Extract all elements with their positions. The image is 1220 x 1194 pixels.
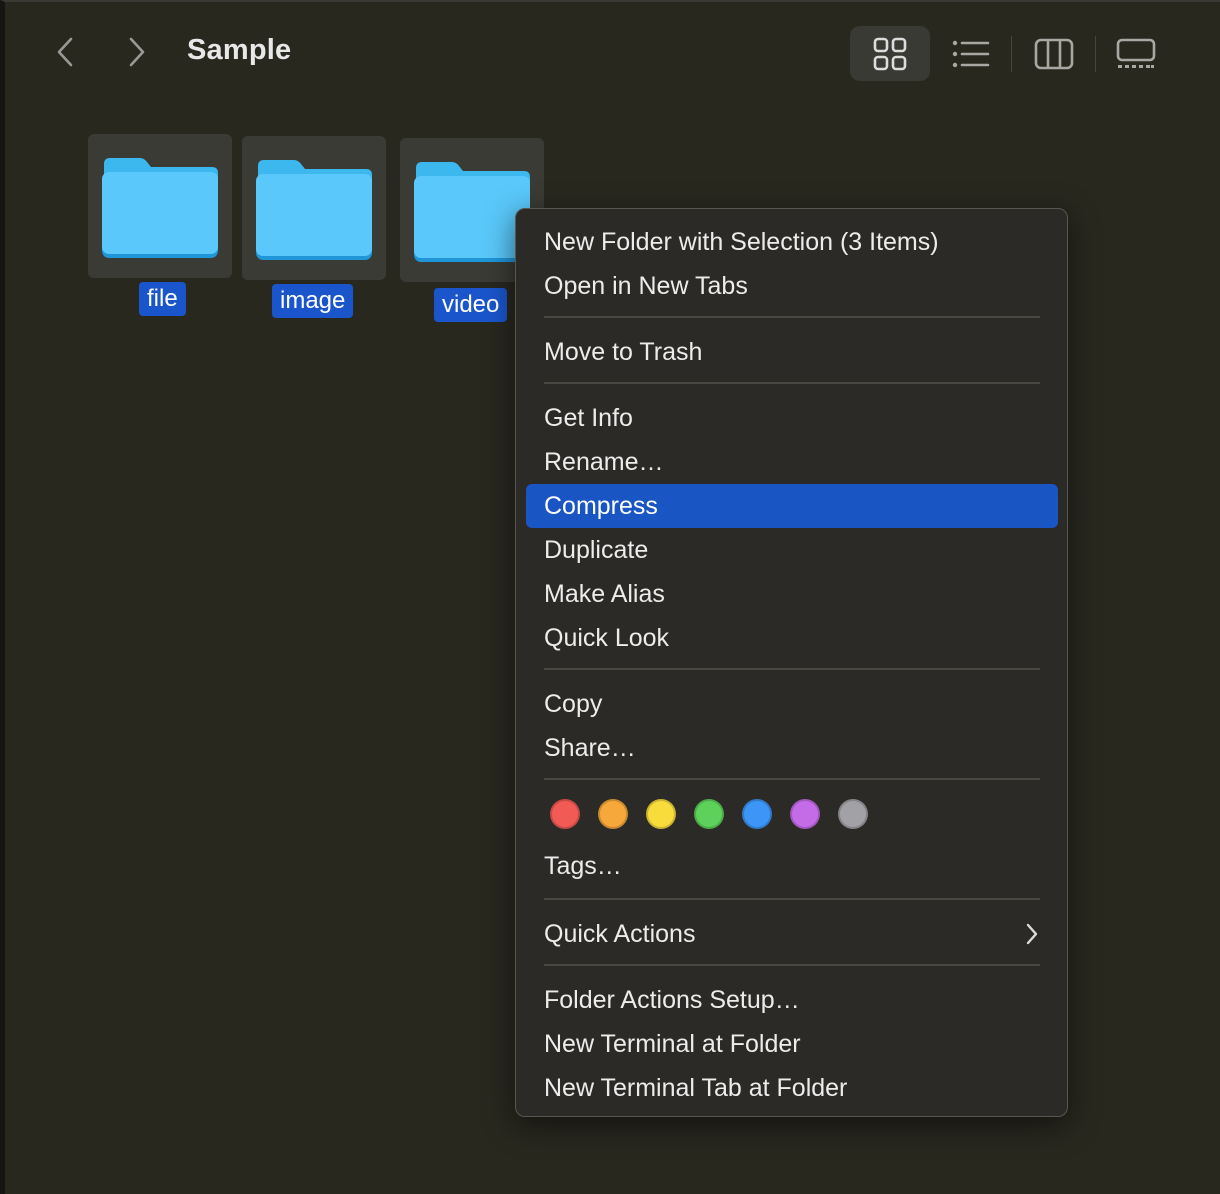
chevron-right-icon [1026,923,1038,945]
tag-green-dot[interactable] [694,799,724,829]
folder-name[interactable]: image [272,284,354,318]
tag-blue-dot[interactable] [742,799,772,829]
menu-item-new-folder-with-selection[interactable]: New Folder with Selection (3 Items) [526,220,1058,264]
menu-item-tags[interactable]: Tags… [526,844,1058,888]
menu-separator [544,964,1040,966]
context-menu: New Folder with Selection (3 Items) Open… [515,208,1068,1117]
menu-item-label: Share… [544,734,636,762]
menu-item-folder-actions-setup[interactable]: Folder Actions Setup… [526,978,1058,1022]
menu-item-get-info[interactable]: Get Info [526,396,1058,440]
grid-view-icon [873,37,907,70]
menu-item-label: New Terminal Tab at Folder [544,1074,848,1102]
tag-yellow-dot[interactable] [646,799,676,829]
tag-orange-dot[interactable] [598,799,628,829]
window-title: Sample [187,34,292,66]
menu-item-new-terminal-at-folder[interactable]: New Terminal at Folder [526,1022,1058,1066]
menu-item-move-to-trash[interactable]: Move to Trash [526,330,1058,374]
folder-name[interactable]: file [139,282,186,316]
tag-purple-dot[interactable] [790,799,820,829]
menu-item-label: Open in New Tabs [544,272,748,300]
folder-icon [414,162,530,262]
menu-item-duplicate[interactable]: Duplicate [526,528,1058,572]
menu-item-label: Tags… [544,852,622,880]
menu-item-compress[interactable]: Compress [526,484,1058,528]
menu-separator [544,316,1040,318]
toolbar-separator [1095,36,1096,72]
menu-separator [544,898,1040,900]
menu-item-label: Quick Look [544,624,670,652]
menu-separator [544,668,1040,670]
menu-item-label: New Folder with Selection (3 Items) [544,228,939,256]
menu-item-quick-look[interactable]: Quick Look [526,616,1058,660]
menu-item-label: Quick Actions [544,920,696,948]
menu-item-label: New Terminal at Folder [544,1030,801,1058]
tag-color-row [550,799,868,831]
column-view-icon [1034,38,1074,69]
menu-item-label: Folder Actions Setup… [544,986,800,1014]
menu-separator [544,778,1040,780]
list-view-icon [952,40,990,67]
folder-thumbnail[interactable] [88,134,232,278]
tag-gray-dot[interactable] [838,799,868,829]
menu-item-rename[interactable]: Rename… [526,440,1058,484]
menu-item-label: Compress [544,492,658,520]
gallery-view-icon [1116,38,1156,68]
chevron-left-icon [57,37,73,67]
menu-item-label: Make Alias [544,580,665,608]
menu-separator [544,382,1040,384]
menu-item-label: Move to Trash [544,338,703,366]
menu-item-share[interactable]: Share… [526,726,1058,770]
menu-item-quick-actions[interactable]: Quick Actions [526,912,1058,956]
list-view-button[interactable] [935,26,1007,81]
folder-icon [102,158,218,258]
toolbar-separator [1011,36,1012,72]
menu-item-new-terminal-tab-at-folder[interactable]: New Terminal Tab at Folder [526,1066,1058,1110]
tag-red-dot[interactable] [550,799,580,829]
menu-item-make-alias[interactable]: Make Alias [526,572,1058,616]
menu-item-label: Copy [544,690,603,718]
folder-thumbnail[interactable] [242,136,386,280]
forward-button[interactable] [119,32,155,72]
menu-item-open-in-new-tabs[interactable]: Open in New Tabs [526,264,1058,308]
gallery-view-button[interactable] [1099,26,1173,81]
menu-item-label: Duplicate [544,536,649,564]
icon-view-button[interactable] [850,26,930,81]
menu-item-label: Get Info [544,404,633,432]
finder-window: Sample file image video New Folder with … [0,0,1220,1194]
chevron-right-icon [129,37,145,67]
menu-item-label: Rename… [544,448,664,476]
folder-name[interactable]: video [434,288,508,322]
back-button[interactable] [47,32,83,72]
folder-icon [256,160,372,260]
menu-item-copy[interactable]: Copy [526,682,1058,726]
column-view-button[interactable] [1017,26,1091,81]
